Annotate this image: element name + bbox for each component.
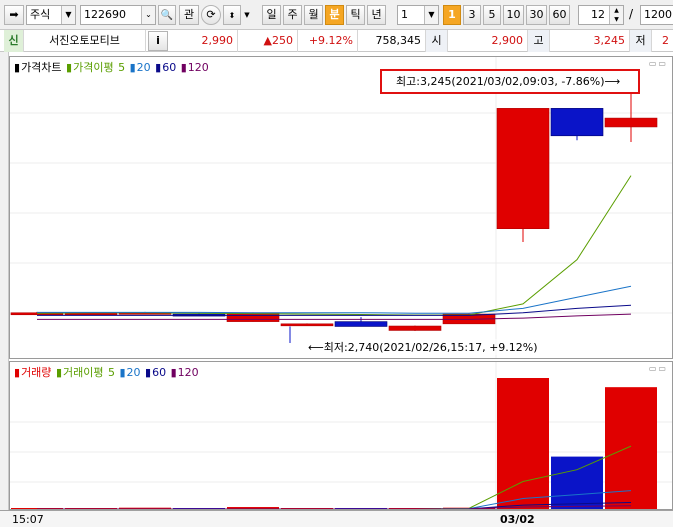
- up-down-icon: ⬍: [228, 11, 236, 20]
- refresh-button[interactable]: ⟳: [201, 5, 221, 25]
- volume-chart[interactable]: [10, 362, 672, 509]
- price-change: ▲250: [238, 30, 298, 52]
- time-axis: 15:07 03/02: [0, 510, 673, 527]
- total-count-value: 1200: [644, 8, 672, 21]
- chevron-down-icon: ⌄: [141, 6, 155, 24]
- count-value: 12: [591, 8, 605, 21]
- interval-select[interactable]: 1 ▼: [397, 5, 439, 25]
- period-button[interactable]: 주: [283, 5, 302, 25]
- price-legend: ▮가격차트 ▮가격이평 5 ▮20 ▮60 ▮120: [14, 61, 209, 74]
- current-price: 2,990: [172, 30, 238, 52]
- trade-volume: 758,345: [358, 30, 426, 52]
- legend-vma-60: 60: [152, 366, 167, 379]
- credit-badge: 신: [4, 30, 24, 52]
- stock-code-value: 122690: [84, 8, 126, 21]
- watchlist-label: 관: [183, 8, 195, 21]
- panel-window-buttons[interactable]: ▭▭: [649, 364, 668, 373]
- open-price: 2,900: [448, 30, 528, 52]
- stock-name: 서진오토모티브: [24, 30, 146, 52]
- time-axis-label-start: 15:07: [12, 513, 44, 526]
- volume-chart-panel[interactable]: ▮거래량 ▮거래이평 5 ▮20 ▮60 ▮120 ▭▭: [9, 361, 673, 510]
- quote-info-row: 신 서진오토모티브 i 2,990 ▲250 +9.12% 758,345 시 …: [0, 30, 673, 52]
- legend-vma-20: 20: [126, 366, 141, 379]
- volume-legend: ▮거래량 ▮거래이평 5 ▮20 ▮60 ▮120: [14, 366, 199, 379]
- price-chart-panel[interactable]: ▮가격차트 ▮가격이평 5 ▮20 ▮60 ▮120 ▭▭: [9, 56, 673, 359]
- volume-bar: [497, 378, 549, 509]
- legend-volume-ma: 거래이평: [63, 366, 104, 379]
- refresh-icon: ⟳: [206, 8, 216, 21]
- legend-ma-60: 60: [162, 61, 177, 74]
- period-button[interactable]: 월: [304, 5, 323, 25]
- ma20-line: [37, 285, 632, 314]
- panel-window-buttons[interactable]: ▭▭: [649, 59, 668, 68]
- period-button[interactable]: 년: [367, 5, 386, 25]
- high-price: 3,245: [550, 30, 630, 52]
- ma120-line: [37, 313, 632, 320]
- candle-body: [280, 323, 334, 327]
- toolbar: ➡ 주식 ▼ 122690 ⌄ 🔍 관 ⟳ ⬍ ▼ 일주월분틱년 1 ▼ 135…: [0, 0, 673, 30]
- candle-body: [496, 108, 550, 229]
- count-input[interactable]: 12 ▲ ▼: [578, 5, 624, 25]
- legend-vma-120: 120: [177, 366, 199, 379]
- candle-body: [550, 108, 604, 137]
- chevron-down-icon: ▼: [61, 6, 75, 24]
- low-price: 2: [662, 34, 669, 47]
- period-button[interactable]: 틱: [346, 5, 365, 25]
- candle-body: [334, 321, 388, 327]
- interval-button[interactable]: 3: [463, 5, 481, 25]
- watchlist-button[interactable]: 관: [179, 5, 199, 25]
- interval-button[interactable]: 60: [549, 5, 570, 25]
- low-price-annotation: ⟵최저:2,740(2021/02/26,15:17, +9.12%): [308, 341, 538, 354]
- high-label: 고: [528, 30, 550, 52]
- panel-toggle-button[interactable]: ➡: [4, 5, 24, 25]
- change-rate: +9.12%: [298, 30, 358, 52]
- stepper-button[interactable]: ⬍: [223, 5, 241, 25]
- search-icon: 🔍: [160, 10, 174, 21]
- chevron-down-icon: ▼: [424, 6, 438, 24]
- interval-select-value: 1: [401, 8, 408, 21]
- volume-bar: [551, 456, 603, 509]
- period-button[interactable]: 분: [325, 5, 344, 25]
- market-select-value: 주식: [30, 8, 51, 21]
- candle-body: [604, 117, 658, 128]
- high-price-annotation: 최고:3,245(2021/03/02,09:03, -7.86%)⟶: [396, 75, 621, 88]
- arrow-right-icon: ➡: [9, 8, 19, 21]
- stock-code-input[interactable]: 122690 ⌄: [80, 5, 156, 25]
- spin-icon[interactable]: ▲ ▼: [609, 6, 623, 24]
- price-chart[interactable]: [10, 57, 672, 358]
- count-separator: /: [629, 7, 634, 21]
- left-gutter: [0, 52, 9, 510]
- interval-button[interactable]: 5: [483, 5, 501, 25]
- stepper-dropdown[interactable]: ▼: [242, 5, 252, 25]
- interval-button[interactable]: 30: [526, 5, 547, 25]
- legend-price-ma: 가격이평: [73, 61, 114, 74]
- legend-vma-5: 5: [107, 366, 115, 379]
- market-select[interactable]: 주식 ▼: [26, 5, 76, 25]
- legend-ma-120: 120: [187, 61, 209, 74]
- low-label: 저: [630, 30, 652, 52]
- interval-button[interactable]: 1: [443, 5, 461, 25]
- total-count-input[interactable]: 1200: [640, 5, 673, 25]
- low-price-callout: ⟵최저:2,740(2021/02/26,15:17, +9.12%): [308, 339, 538, 355]
- legend-volume-chart: 거래량: [21, 366, 52, 379]
- open-label: 시: [426, 30, 448, 52]
- chevron-down-icon: ▼: [244, 11, 250, 19]
- time-axis-label-date: 03/02: [500, 513, 535, 526]
- legend-price-chart: 가격차트: [21, 61, 62, 74]
- candle-body: [388, 325, 442, 331]
- high-price-callout: 최고:3,245(2021/03/02,09:03, -7.86%)⟶: [380, 69, 640, 94]
- interval-button[interactable]: 10: [503, 5, 524, 25]
- stock-info-button[interactable]: i: [148, 31, 168, 51]
- legend-ma-20: 20: [136, 61, 151, 74]
- search-button[interactable]: 🔍: [158, 5, 176, 25]
- legend-ma-5: 5: [118, 61, 126, 74]
- period-button[interactable]: 일: [262, 5, 281, 25]
